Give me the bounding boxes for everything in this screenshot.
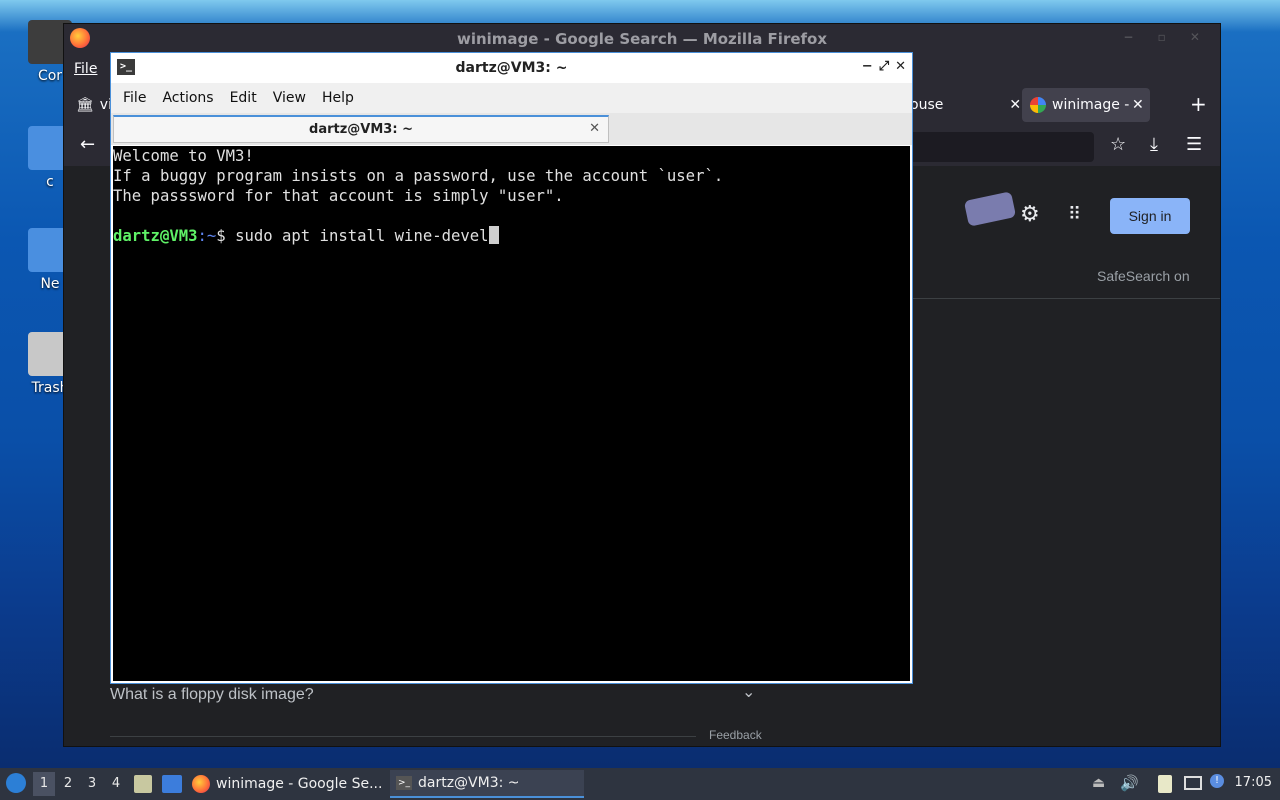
output-line: If a buggy program insists on a password… <box>113 167 724 185</box>
menu-actions[interactable]: Actions <box>154 90 221 106</box>
sign-in-button[interactable]: Sign in <box>1110 198 1190 234</box>
command-input[interactable]: sudo apt install wine-devel <box>235 227 488 245</box>
feedback-link[interactable]: Feedback <box>709 728 762 742</box>
prompt-symbol: $ <box>216 227 236 245</box>
terminal-output[interactable]: Welcome to VM3! If a buggy program insis… <box>113 146 910 681</box>
doodle-icon <box>963 191 1017 227</box>
close-icon[interactable]: ✕ <box>1009 97 1021 113</box>
workspace-3[interactable]: 3 <box>81 772 103 796</box>
terminal-tab[interactable]: dartz@VM3: ~ ✕ <box>113 115 609 143</box>
menu-file[interactable]: File <box>74 61 97 77</box>
close-icon[interactable]: ✕ <box>895 59 906 74</box>
task-label: winimage - Google Se... <box>216 776 383 792</box>
desktop-icon-label: Ne <box>40 276 60 292</box>
workspace-4[interactable]: 4 <box>105 772 127 796</box>
url-bar[interactable] <box>894 132 1094 162</box>
terminal-icon: >_ <box>117 59 135 75</box>
notification-icon[interactable]: ! <box>1210 774 1224 788</box>
menu-view[interactable]: View <box>265 90 314 106</box>
start-menu-icon[interactable] <box>6 773 26 793</box>
google-icon <box>1030 97 1046 113</box>
minimize-icon[interactable]: − <box>862 59 873 74</box>
file-manager-icon[interactable] <box>134 775 152 793</box>
terminal-menubar: File Actions Edit View Help <box>111 83 912 113</box>
window-controls[interactable]: − ▫ ✕ <box>1123 30 1210 44</box>
task-label: dartz@VM3: ~ <box>418 775 520 791</box>
volume-icon[interactable]: 🔊 <box>1120 774 1139 792</box>
chevron-down-icon[interactable]: ⌄ <box>742 682 755 701</box>
task-terminal[interactable]: >_ dartz@VM3: ~ <box>390 770 584 798</box>
desktop-icon-label: Cor <box>37 68 63 84</box>
apps-grid-icon[interactable]: ⠿ <box>1068 204 1081 225</box>
firefox-logo-icon <box>192 775 210 793</box>
museum-icon: 🏛 <box>76 97 94 113</box>
terminal-window[interactable]: >_ dartz@VM3: ~ − ⤢ ✕ File Actions Edit … <box>110 52 913 684</box>
desktop-icon-label: c <box>46 174 54 190</box>
maximize-icon[interactable]: ⤢ <box>879 59 889 74</box>
terminal-title: dartz@VM3: ~ <box>455 60 568 76</box>
text-cursor <box>488 226 499 244</box>
eject-icon[interactable]: ⏏ <box>1092 775 1105 791</box>
workspace-2[interactable]: 2 <box>57 772 79 796</box>
tab-label: ouse <box>910 97 944 113</box>
terminal-tab-bar: dartz@VM3: ~ ✕ <box>111 113 912 145</box>
prompt-user: dartz@VM3 <box>113 227 198 245</box>
clipboard-icon[interactable] <box>1158 775 1172 793</box>
tab-label: winimage - Google Search <box>1052 97 1132 113</box>
close-icon[interactable]: ✕ <box>1132 97 1144 113</box>
safesearch-toggle[interactable]: SafeSearch on <box>1097 268 1190 284</box>
show-desktop-icon[interactable] <box>162 775 182 793</box>
workspace-1[interactable]: 1 <box>33 772 55 796</box>
window-controls: − ⤢ ✕ <box>862 59 906 74</box>
output-line: Welcome to VM3! <box>113 147 254 165</box>
terminal-icon: >_ <box>396 776 412 790</box>
menu-help[interactable]: Help <box>314 90 362 106</box>
close-icon[interactable]: ✕ <box>589 121 600 136</box>
prompt-path: :~ <box>197 227 217 245</box>
download-icon[interactable]: ⤓ <box>1150 134 1158 155</box>
clock: 17:05 <box>1234 775 1272 790</box>
desktop-icon-label: Trash <box>31 380 69 396</box>
firefox-logo-icon <box>70 28 90 48</box>
task-firefox[interactable]: winimage - Google Se... <box>192 770 386 798</box>
taskbar: 1 2 3 4 winimage - Google Se... >_ dartz… <box>0 768 1280 800</box>
back-arrow-icon[interactable]: ← <box>80 134 95 155</box>
gear-icon[interactable]: ⚙ <box>1020 202 1040 227</box>
tab-label: dartz@VM3: ~ <box>309 122 413 137</box>
prompt-line[interactable]: dartz@VM3:~$ sudo apt install wine-devel <box>113 226 910 246</box>
network-icon[interactable] <box>1184 776 1202 790</box>
tab-active[interactable]: winimage - Google Search ✕ <box>1022 88 1150 122</box>
divider <box>110 736 696 737</box>
menu-edit[interactable]: Edit <box>222 90 265 106</box>
firefox-titlebar[interactable]: winimage - Google Search — Mozilla Firef… <box>64 24 1220 54</box>
faq-question[interactable]: What is a floppy disk image? <box>110 686 314 704</box>
terminal-titlebar[interactable]: >_ dartz@VM3: ~ − ⤢ ✕ <box>111 53 912 83</box>
star-icon[interactable]: ☆ <box>1110 134 1126 155</box>
tab-left[interactable]: 🏛 vi <box>76 88 112 122</box>
tab-middle[interactable]: ouse ✕ <box>910 88 1021 122</box>
output-line: The passsword for that account is simply… <box>113 187 564 205</box>
menu-file[interactable]: File <box>115 90 154 106</box>
firefox-title: winimage - Google Search — Mozilla Firef… <box>456 30 828 48</box>
new-tab-button[interactable]: + <box>1190 92 1207 116</box>
hamburger-menu-icon[interactable]: ☰ <box>1186 134 1202 155</box>
